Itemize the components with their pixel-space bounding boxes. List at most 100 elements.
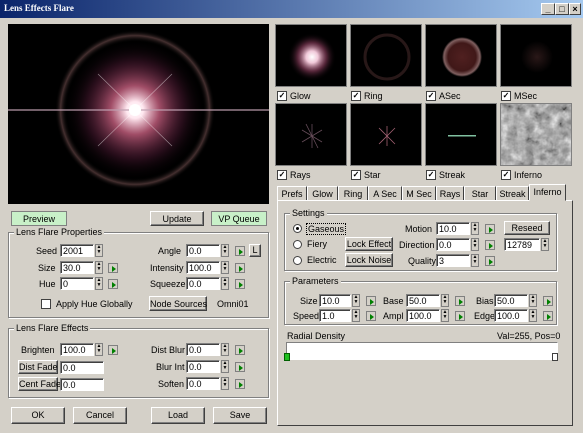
star-checkbox[interactable]: ✓ (351, 170, 361, 180)
glow-thumbnail[interactable] (275, 24, 347, 87)
cancel-button[interactable]: Cancel (73, 407, 127, 424)
reseed-button[interactable]: Reseed (504, 221, 550, 235)
blur-int-spinner[interactable]: ▲ ▼ (221, 360, 229, 373)
hue-field[interactable]: 0 (60, 277, 94, 290)
preview-button[interactable]: Preview (11, 211, 67, 226)
param-speed-spinner[interactable]: ▲ ▼ (352, 309, 360, 322)
seed-spinner[interactable]: ▲ ▼ (95, 244, 103, 257)
seed-field[interactable]: 2001 (60, 244, 94, 257)
blur-int-field[interactable]: 0.0 (186, 360, 220, 373)
tab-glow[interactable]: Glow (307, 186, 338, 201)
glow-checkbox[interactable]: ✓ (277, 91, 287, 101)
minimize-button[interactable]: _ (541, 3, 555, 15)
hue-curve-icon[interactable] (108, 279, 118, 289)
param-ampl-curve-icon[interactable] (455, 311, 465, 321)
inferno-checkbox[interactable]: ✓ (501, 170, 511, 180)
dist-fade-field[interactable]: 0.0 (60, 361, 104, 374)
seed-value-spinner[interactable]: ▲ ▼ (541, 238, 549, 251)
lock-noise-button[interactable]: Lock Noise (345, 253, 393, 267)
param-base-field[interactable]: 50.0 (406, 294, 440, 307)
intensity-curve-icon[interactable] (235, 263, 245, 273)
gaseous-radio[interactable] (293, 224, 302, 233)
fiery-radio[interactable] (293, 240, 302, 249)
update-button[interactable]: Update (150, 211, 204, 226)
electric-label[interactable]: Electric (307, 255, 337, 265)
param-bias-field[interactable]: 50.0 (494, 294, 528, 307)
param-speed-field[interactable]: 1.0 (319, 309, 351, 322)
apply-hue-checkbox[interactable] (41, 299, 51, 309)
msec-thumbnail[interactable] (500, 24, 572, 87)
cent-fade-field[interactable]: 0.0 (60, 378, 104, 391)
ring-checkbox[interactable]: ✓ (351, 91, 361, 101)
squeeze-field[interactable]: 0.0 (186, 277, 220, 290)
tab-streak[interactable]: Streak (496, 186, 529, 201)
soften-curve-icon[interactable] (235, 379, 245, 389)
radial-density-left-marker[interactable] (284, 353, 290, 361)
direction-spinner[interactable]: ▲ ▼ (471, 238, 479, 251)
maximize-button[interactable]: □ (555, 3, 569, 15)
save-button[interactable]: Save (213, 407, 267, 424)
param-ampl-spinner[interactable]: ▲ ▼ (441, 309, 449, 322)
direction-curve-icon[interactable] (485, 240, 495, 250)
lock-effect-button[interactable]: Lock Effect (345, 237, 393, 251)
tab-ring[interactable]: Ring (338, 186, 368, 201)
angle-field[interactable]: 0.0 (186, 244, 220, 257)
brighten-field[interactable]: 100.0 (60, 343, 94, 356)
node-sources-button[interactable]: Node Sources (149, 296, 207, 311)
asec-thumbnail[interactable] (425, 24, 497, 87)
dist-blur-curve-icon[interactable] (235, 345, 245, 355)
tab-a-sec[interactable]: A Sec (368, 186, 402, 201)
motion-curve-icon[interactable] (485, 224, 495, 234)
size-spinner[interactable]: ▲ ▼ (95, 261, 103, 274)
tab-m-sec[interactable]: M Sec (402, 186, 436, 201)
angle-curve-icon[interactable] (235, 246, 245, 256)
param-ampl-field[interactable]: 100.0 (406, 309, 440, 322)
radial-density-gradient[interactable] (286, 342, 558, 360)
flare-preview[interactable] (8, 24, 269, 204)
streak-thumbnail[interactable] (425, 103, 497, 166)
fiery-label[interactable]: Fiery (307, 239, 327, 249)
hue-spinner[interactable]: ▲ ▼ (95, 277, 103, 290)
intensity-spinner[interactable]: ▲ ▼ (221, 261, 229, 274)
squeeze-curve-icon[interactable] (235, 279, 245, 289)
quality-spinner[interactable]: ▲ ▼ (471, 254, 479, 267)
tab-star[interactable]: Star (464, 186, 496, 201)
soften-spinner[interactable]: ▲ ▼ (221, 377, 229, 390)
electric-radio[interactable] (293, 256, 302, 265)
param-base-spinner[interactable]: ▲ ▼ (441, 294, 449, 307)
dist-blur-spinner[interactable]: ▲ ▼ (221, 343, 229, 356)
angle-lock-button[interactable]: L (249, 244, 261, 257)
tab-rays[interactable]: Rays (436, 186, 464, 201)
param-size-curve-icon[interactable] (366, 296, 376, 306)
param-bias-curve-icon[interactable] (543, 296, 553, 306)
brighten-curve-icon[interactable] (108, 345, 118, 355)
tab-prefs[interactable]: Prefs (277, 186, 307, 201)
inferno-thumbnail[interactable] (500, 103, 572, 166)
param-edge-curve-icon[interactable] (543, 311, 553, 321)
motion-spinner[interactable]: ▲ ▼ (471, 222, 479, 235)
motion-field[interactable]: 10.0 (436, 222, 470, 235)
seed-value-field[interactable]: 12789 (504, 238, 540, 251)
ok-button[interactable]: OK (11, 407, 65, 424)
param-size-spinner[interactable]: ▲ ▼ (352, 294, 360, 307)
angle-spinner[interactable]: ▲ ▼ (221, 244, 229, 257)
size-curve-icon[interactable] (108, 263, 118, 273)
vp-queue-button[interactable]: VP Queue (211, 211, 267, 226)
param-bias-spinner[interactable]: ▲ ▼ (529, 294, 537, 307)
param-speed-curve-icon[interactable] (366, 311, 376, 321)
rays-thumbnail[interactable] (275, 103, 347, 166)
direction-field[interactable]: 0.0 (436, 238, 470, 251)
dist-blur-field[interactable]: 0.0 (186, 343, 220, 356)
streak-checkbox[interactable]: ✓ (426, 170, 436, 180)
param-edge-spinner[interactable]: ▲ ▼ (529, 309, 537, 322)
dist-fade-button[interactable]: Dist Fade (18, 360, 58, 374)
quality-field[interactable]: 3 (436, 254, 470, 267)
squeeze-spinner[interactable]: ▲ ▼ (221, 277, 229, 290)
gaseous-label[interactable]: Gaseous (306, 223, 347, 235)
brighten-spinner[interactable]: ▲ ▼ (95, 343, 103, 356)
param-size-field[interactable]: 10.0 (319, 294, 351, 307)
star-thumbnail[interactable] (350, 103, 422, 166)
msec-checkbox[interactable]: ✓ (501, 91, 511, 101)
close-button[interactable]: × (569, 3, 581, 15)
param-base-curve-icon[interactable] (455, 296, 465, 306)
